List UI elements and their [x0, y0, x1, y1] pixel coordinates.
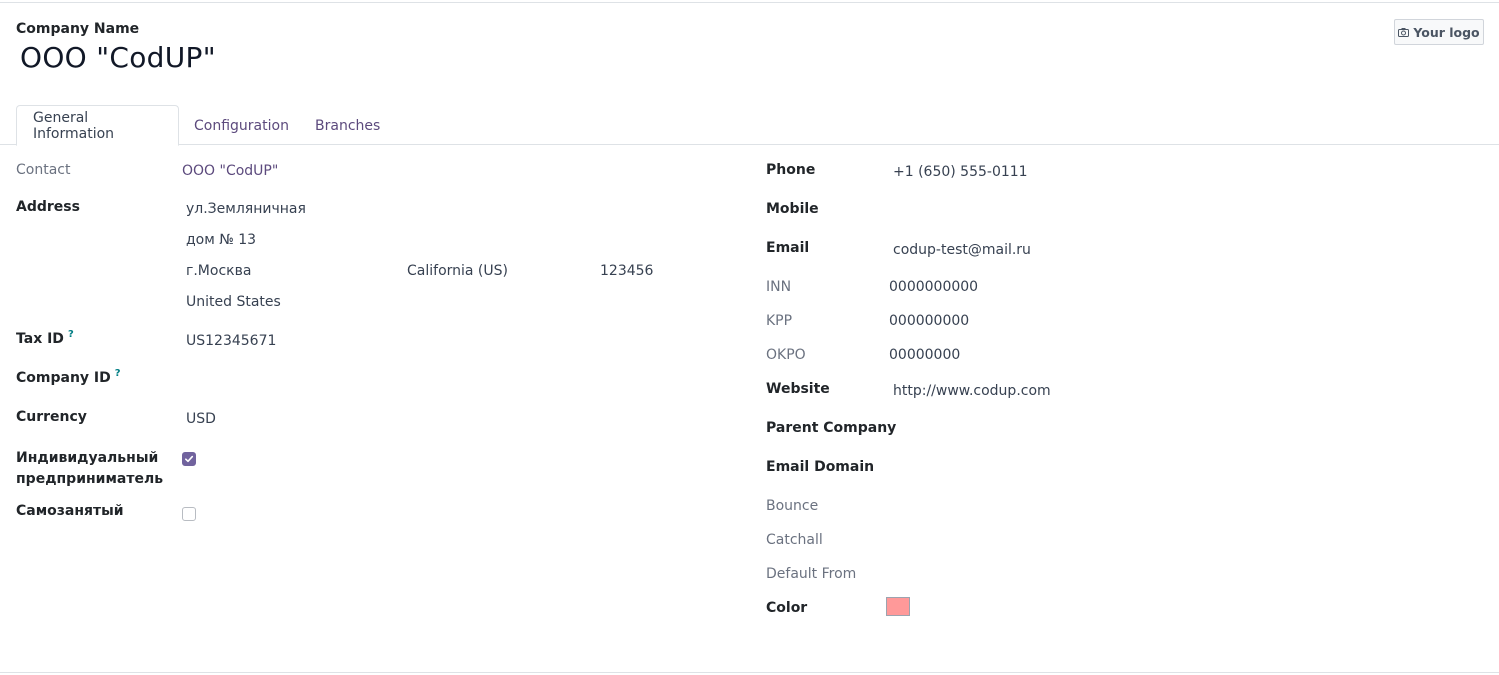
- inn-field[interactable]: 0000000000: [889, 279, 978, 295]
- bounce-label: Bounce: [766, 498, 819, 514]
- okpo-label: OKPO: [766, 347, 806, 363]
- zip-field[interactable]: 123456: [600, 263, 653, 279]
- website-field[interactable]: http://www.codup.com: [893, 383, 1051, 399]
- parent-company-label: Parent Company: [766, 420, 897, 436]
- tax-id-label-text: Tax ID: [16, 331, 64, 347]
- self-employed-checkbox[interactable]: [182, 507, 196, 521]
- country-field[interactable]: United States: [186, 294, 281, 310]
- company-form-sheet: Company Name OOO "CodUP" Your logo Gener…: [0, 2, 1499, 673]
- website-label: Website: [766, 381, 830, 397]
- currency-label: Currency: [16, 409, 87, 425]
- color-swatch[interactable]: [886, 597, 910, 616]
- camera-icon: [1398, 27, 1410, 37]
- color-label: Color: [766, 600, 808, 616]
- street-field[interactable]: ул.Земляничная: [186, 201, 306, 217]
- inn-label: INN: [766, 279, 792, 295]
- catchall-label: Catchall: [766, 532, 823, 548]
- company-id-label: Company ID?: [16, 368, 121, 386]
- upload-logo-button[interactable]: Your logo: [1394, 19, 1484, 45]
- company-id-help-icon[interactable]: ?: [115, 368, 121, 379]
- tax-id-label: Tax ID?: [16, 329, 74, 347]
- street2-field[interactable]: дом № 13: [186, 232, 256, 248]
- contact-link[interactable]: OOO "CodUP": [182, 163, 278, 179]
- company-name-field[interactable]: OOO "CodUP": [20, 41, 216, 74]
- default-from-label: Default From: [766, 566, 857, 582]
- city-field[interactable]: г.Москва: [186, 263, 251, 279]
- kpp-label: KPP: [766, 313, 793, 329]
- company-name-label: Company Name: [16, 21, 140, 37]
- email-domain-label: Email Domain: [766, 459, 875, 475]
- company-id-label-text: Company ID: [16, 370, 111, 386]
- currency-field[interactable]: USD: [186, 411, 216, 427]
- state-field[interactable]: California (US): [407, 263, 508, 279]
- phone-field[interactable]: +1 (650) 555-0111: [893, 164, 1028, 180]
- individual-entrepreneur-label-line1: Индивидуальный: [16, 450, 159, 466]
- tab-general-information[interactable]: General Information: [16, 105, 179, 146]
- form-tabs: General Information Configuration Branch…: [0, 105, 1499, 146]
- self-employed-label: Самозанятый: [16, 503, 124, 519]
- individual-entrepreneur-label: Индивидуальный предприниматель: [16, 448, 163, 490]
- mobile-label: Mobile: [766, 201, 819, 217]
- contact-label: Contact: [16, 162, 71, 178]
- tab-branches[interactable]: Branches: [299, 105, 396, 146]
- okpo-field[interactable]: 00000000: [889, 347, 960, 363]
- tab-configuration[interactable]: Configuration: [178, 105, 305, 146]
- individual-entrepreneur-checkbox[interactable]: [182, 452, 196, 466]
- kpp-field[interactable]: 000000000: [889, 313, 969, 329]
- tax-id-help-icon[interactable]: ?: [68, 329, 74, 340]
- email-field[interactable]: codup-test@mail.ru: [893, 242, 1031, 258]
- tax-id-field[interactable]: US12345671: [186, 333, 276, 349]
- checkmark-icon: [185, 455, 194, 463]
- email-label: Email: [766, 240, 810, 256]
- upload-logo-label: Your logo: [1413, 24, 1480, 40]
- phone-label: Phone: [766, 162, 816, 178]
- address-label: Address: [16, 199, 80, 215]
- individual-entrepreneur-label-line2: предприниматель: [16, 471, 164, 487]
